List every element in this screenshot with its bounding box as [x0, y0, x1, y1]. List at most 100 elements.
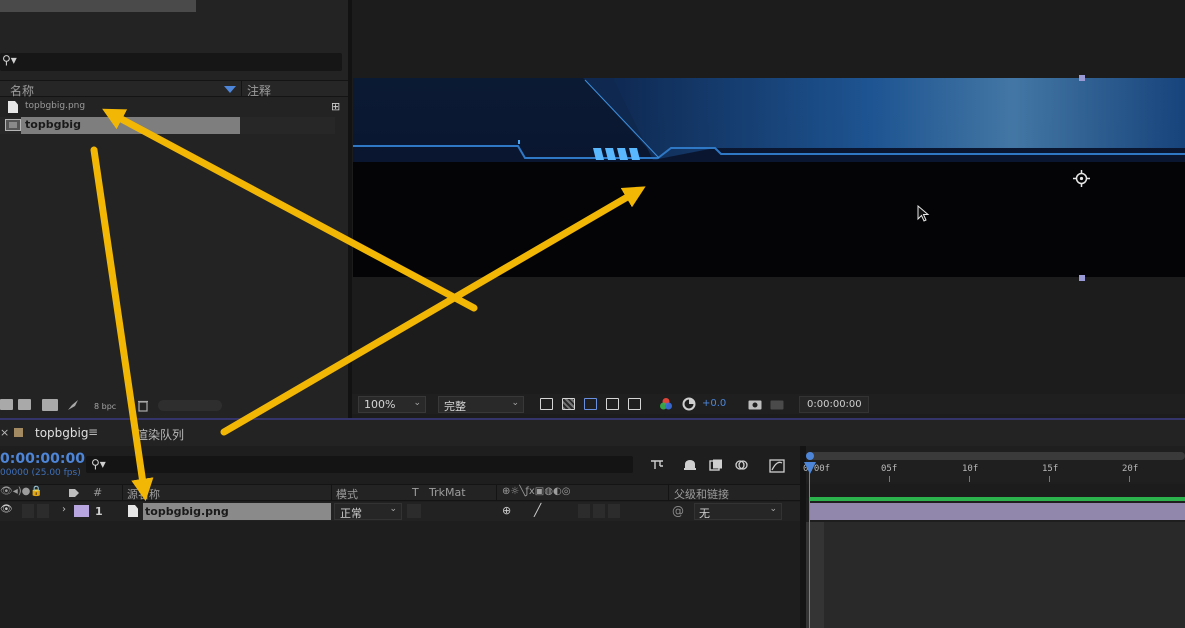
- time-navigator-bar[interactable]: [806, 452, 1185, 460]
- column-preserve-transparency[interactable]: T: [412, 486, 419, 499]
- column-mode[interactable]: 模式: [336, 486, 358, 502]
- project-thumbnail: [0, 0, 196, 12]
- reset-exposure-icon[interactable]: [682, 397, 696, 411]
- trash-icon[interactable]: [137, 399, 149, 412]
- timeline-search-input[interactable]: ⚲▾: [86, 456, 633, 473]
- render-icon[interactable]: [66, 398, 80, 412]
- column-source-name[interactable]: 源名称: [127, 486, 160, 502]
- shy-layers-icon[interactable]: [683, 459, 697, 471]
- effect-switch[interactable]: [578, 504, 590, 518]
- show-snapshot-icon[interactable]: [770, 398, 784, 410]
- transparency-grid-icon[interactable]: [562, 398, 575, 410]
- chevron-down-icon: ⌄: [511, 398, 519, 408]
- viewer-timecode-field[interactable]: 0:00:00:00: [799, 396, 869, 413]
- project-search-input[interactable]: ⚲▾: [0, 53, 342, 71]
- panel-menu-icon[interactable]: ≡: [88, 425, 98, 439]
- column-separator: [122, 485, 123, 501]
- work-area[interactable]: [806, 484, 1185, 498]
- solo-switch[interactable]: [37, 504, 49, 518]
- chevron-down-icon: ⌄: [413, 398, 421, 408]
- audio-switch[interactable]: [22, 504, 34, 518]
- mask-visibility-icon[interactable]: [584, 398, 597, 410]
- ruler-tick-label: 10f: [962, 464, 979, 474]
- fast-preview-icon[interactable]: [540, 398, 553, 410]
- ruler-tick: [1049, 476, 1050, 482]
- layer-row[interactable]: 👁 › 1 topbgbig.png 正常 ⌄ ⊕ ╱ @ 无 ⌄: [0, 502, 800, 521]
- tab-render-queue[interactable]: 渲染队列: [136, 426, 184, 443]
- channel-icon[interactable]: [659, 397, 673, 411]
- resolution-select[interactable]: 完整 ⌄: [438, 396, 524, 413]
- ruler-tick-label: 05f: [881, 464, 898, 474]
- label-tag-icon[interactable]: [68, 488, 80, 498]
- project-item-footage[interactable]: topbgbig.png: [0, 99, 335, 116]
- motion-blur-switch[interactable]: [608, 504, 620, 518]
- image-file-icon: [128, 505, 138, 517]
- flowchart-icon[interactable]: ⊞: [331, 100, 340, 113]
- column-comment[interactable]: 注释: [247, 82, 271, 99]
- comp-flow-icon[interactable]: [650, 459, 664, 471]
- current-time-display[interactable]: 0:00:00:00: [0, 451, 85, 467]
- pick-whip-icon[interactable]: @: [672, 504, 684, 518]
- composition-canvas[interactable]: [353, 78, 1185, 277]
- mouse-cursor-icon: [917, 205, 930, 222]
- column-parent-link[interactable]: 父级和链接: [674, 486, 729, 502]
- transform-handle-top[interactable]: [1079, 75, 1085, 81]
- eye-visibility-icon[interactable]: 👁: [0, 504, 13, 515]
- graph-editor-icon[interactable]: [769, 459, 785, 473]
- frame-rate-label: 00000 (25.00 fps): [0, 468, 81, 478]
- new-composition-icon[interactable]: [42, 399, 58, 411]
- frame-blend-switch[interactable]: [593, 504, 605, 518]
- column-name[interactable]: 名称: [10, 82, 34, 99]
- parent-select[interactable]: 无 ⌄: [694, 503, 782, 520]
- zoom-select[interactable]: 100% ⌄: [358, 396, 426, 413]
- chevron-down-icon: ⌄: [389, 504, 397, 514]
- playhead-handle[interactable]: [804, 462, 816, 474]
- layer-name[interactable]: topbgbig.png: [145, 505, 229, 518]
- search-icon: ⚲▾: [91, 457, 106, 471]
- motion-blur-icon[interactable]: [735, 459, 749, 471]
- bit-depth-label[interactable]: 8 bpc: [94, 402, 116, 411]
- expand-chevron-icon[interactable]: ›: [62, 504, 66, 515]
- layer-label-color[interactable]: [74, 505, 89, 517]
- tab-composition[interactable]: topbgbig: [35, 426, 88, 440]
- ruler-tick: [889, 476, 890, 482]
- time-navigator-start-handle[interactable]: [806, 452, 814, 460]
- close-icon[interactable]: ×: [0, 426, 9, 439]
- collapse-transform-icon[interactable]: ⊕: [502, 504, 511, 517]
- anchor-point-icon[interactable]: [1073, 170, 1090, 187]
- interpret-footage-icon[interactable]: [0, 399, 13, 410]
- frame-blending-icon[interactable]: [709, 459, 723, 471]
- transform-handle-bottom[interactable]: [1079, 275, 1085, 281]
- composition-color-swatch: [14, 428, 23, 437]
- search-icon: ⚲▾: [2, 53, 17, 67]
- grid-guides-icon[interactable]: [628, 398, 641, 410]
- blend-mode-value: 正常: [340, 507, 362, 520]
- composition-icon: [5, 119, 21, 131]
- lock-switch[interactable]: [52, 504, 60, 518]
- blend-mode-select[interactable]: 正常 ⌄: [334, 503, 402, 520]
- ruler-tick-label: 20f: [1122, 464, 1139, 474]
- project-item-composition[interactable]: topbgbig: [0, 117, 335, 134]
- column-number[interactable]: #: [93, 486, 102, 499]
- exposure-value[interactable]: +0.0: [702, 398, 726, 409]
- layer-switches-icons: ⊕☼╲ƒx▣◍◐◎: [502, 486, 571, 497]
- new-folder-icon[interactable]: [18, 399, 31, 410]
- timeline-tab-bar: × topbgbig ≡ 渲染队列: [0, 420, 1185, 446]
- sort-descending-icon[interactable]: [224, 86, 236, 93]
- chevron-down-icon: ⌄: [769, 504, 777, 514]
- quality-switch-icon[interactable]: ╱: [534, 503, 541, 517]
- snapshot-camera-icon[interactable]: [748, 398, 762, 410]
- ruler-tick: [1129, 476, 1130, 482]
- work-area-bar[interactable]: [810, 497, 1185, 501]
- layer-index: 1: [95, 505, 103, 518]
- project-column-header: 名称 注释: [0, 80, 348, 99]
- column-track-matte[interactable]: TrkMat: [429, 486, 466, 499]
- thumbnail-size-slider[interactable]: [158, 400, 222, 411]
- ruler-tick: [969, 476, 970, 482]
- track-matte-box[interactable]: [407, 504, 421, 518]
- layer-duration-bar[interactable]: [810, 503, 1185, 520]
- region-of-interest-icon[interactable]: [606, 398, 619, 410]
- playhead-line: [809, 470, 810, 628]
- project-footer-toolbar: 8 bpc: [0, 396, 348, 416]
- banner-graphic: [353, 78, 1185, 162]
